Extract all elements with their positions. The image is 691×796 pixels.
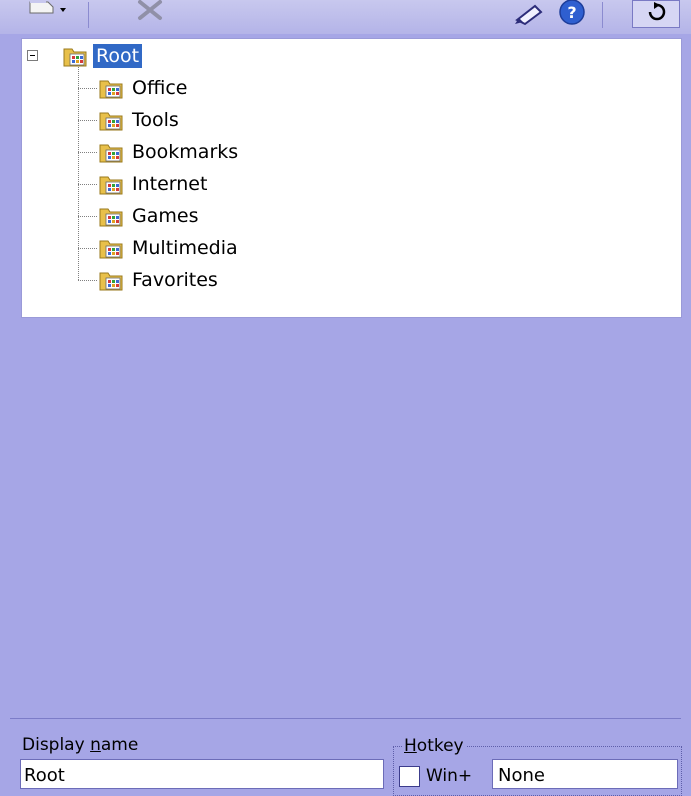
tree-node-label[interactable]: Multimedia [129, 236, 241, 260]
hotkey-input[interactable]: None [492, 759, 678, 789]
svg-text:?: ? [567, 3, 576, 22]
folder-icon [99, 176, 123, 195]
hotkey-group-label: Hotkey [402, 736, 466, 756]
tree-node-internet[interactable]: Internet [98, 172, 210, 196]
refresh-icon [648, 2, 666, 21]
delete-button[interactable] [128, 0, 172, 30]
collapse-toggle[interactable] [27, 50, 38, 61]
tree-line [78, 216, 98, 217]
tree-node-label[interactable]: Favorites [129, 268, 221, 292]
tree-node-label[interactable]: Office [129, 76, 190, 100]
folder-icon [99, 272, 123, 291]
folder-icon [63, 48, 87, 67]
tree-node-favorites[interactable]: Favorites [98, 268, 221, 292]
win-modifier-checkbox[interactable] [399, 766, 420, 787]
panel-divider [10, 718, 681, 719]
delete-icon [138, 0, 162, 20]
tree-line [78, 120, 98, 121]
new-item-button[interactable] [18, 0, 78, 30]
tree-node-label[interactable]: Root [93, 44, 143, 68]
tree-node-multimedia[interactable]: Multimedia [98, 236, 241, 260]
folder-icon [99, 112, 123, 131]
folder-icon [99, 240, 123, 259]
tree-node-label[interactable]: Games [129, 204, 201, 228]
tree-line [78, 280, 98, 281]
refresh-button[interactable] [632, 0, 680, 28]
display-name-label: Display name [22, 735, 139, 755]
tree-line [78, 248, 98, 249]
properties-button[interactable] [508, 0, 548, 30]
tree-node-games[interactable]: Games [98, 204, 201, 228]
folder-icon [99, 208, 123, 227]
display-name-input[interactable]: Root [20, 759, 384, 789]
tree-line [78, 88, 98, 89]
toolbar: ? [0, 0, 691, 34]
folder-tree[interactable]: Root Office Tools Bookmarks Internet Gam… [21, 38, 682, 318]
tree-node-label[interactable]: Bookmarks [129, 140, 241, 164]
tree-line [78, 184, 98, 185]
tree-node-label[interactable]: Tools [129, 108, 182, 132]
tree-line [78, 152, 98, 153]
new-item-icon [29, 0, 66, 14]
tree-node-label[interactable]: Internet [129, 172, 210, 196]
help-icon: ? [559, 0, 585, 25]
tree-node-office[interactable]: Office [98, 76, 190, 100]
folder-icon [99, 80, 123, 99]
tree-node-bookmarks[interactable]: Bookmarks [98, 140, 241, 164]
folder-icon [99, 144, 123, 163]
properties-icon [515, 4, 543, 26]
tree-node-root[interactable]: Root [62, 44, 143, 68]
win-modifier-label: Win+ [426, 766, 473, 786]
help-button[interactable]: ? [552, 0, 592, 30]
tree-node-tools[interactable]: Tools [98, 108, 182, 132]
